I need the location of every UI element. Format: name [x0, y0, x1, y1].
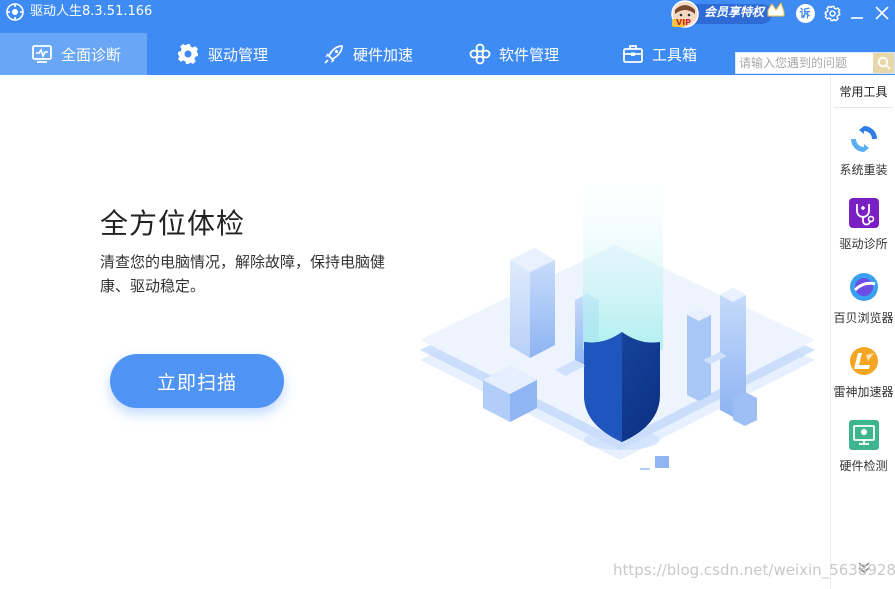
browser-icon — [850, 273, 878, 301]
tab-driver-management[interactable]: 驱动管理 — [176, 33, 268, 75]
tab-label: 驱动管理 — [208, 45, 269, 64]
tab-label: 全面诊断 — [61, 45, 122, 64]
tab-full-diagnosis[interactable]: 全面诊断 — [0, 33, 147, 75]
gear-icon — [824, 5, 840, 21]
main-panel: 全方位体检 清查您的电脑情况，解除故障，保持电脑健康、驱动稳定。 立即扫描 — [0, 75, 830, 589]
hardware-check-icon — [849, 420, 879, 450]
app-title: 驱动人生8.3.51.166 — [30, 4, 153, 19]
search-box — [735, 52, 895, 74]
scan-now-button[interactable]: 立即扫描 — [110, 354, 284, 408]
watermark-text: https://blog.csdn.net/weixin_5638928 — [613, 561, 895, 579]
tab-hardware-acceleration[interactable]: 硬件加速 — [323, 33, 413, 75]
common-tools-sidebar: 常用工具 系统重装 驱动诊所 百贝浏览器 雷神加速器 硬件检测 — [830, 75, 895, 589]
tool-browser[interactable]: 百贝浏览器 — [831, 271, 895, 341]
toolbox-icon — [623, 45, 643, 63]
service-icon: 诉 — [795, 3, 815, 23]
search-button[interactable] — [873, 53, 894, 73]
search-icon — [877, 56, 891, 70]
tool-leishen-accelerator[interactable]: 雷神加速器 — [831, 345, 895, 415]
security-illustration — [420, 180, 815, 470]
app-logo-icon — [6, 3, 24, 21]
divider — [834, 107, 893, 108]
search-input[interactable] — [736, 53, 874, 73]
tool-driver-clinic[interactable]: 驱动诊所 — [831, 197, 895, 267]
tab-label: 工具箱 — [652, 45, 698, 64]
title-bar: 驱动人生8.3.51.166 会员享特权 VIP 诉 — [0, 0, 895, 28]
minimize-button[interactable] — [846, 2, 868, 24]
tool-label: 百贝浏览器 — [833, 311, 894, 325]
tool-label: 硬件检测 — [839, 459, 888, 473]
close-icon — [875, 6, 889, 20]
driver-clinic-icon — [849, 198, 879, 228]
settings-button[interactable] — [821, 2, 843, 24]
flower-apps-icon — [469, 43, 491, 65]
vip-label[interactable]: 会员享特权 — [704, 5, 764, 19]
minimize-icon — [851, 17, 863, 19]
tool-system-reinstall[interactable]: 系统重装 — [831, 123, 895, 193]
vip-badge: VIP — [676, 18, 692, 27]
tool-label: 系统重装 — [839, 163, 888, 177]
tab-label: 硬件加速 — [353, 45, 414, 64]
system-reinstall-icon — [851, 126, 877, 152]
rocket-icon — [324, 45, 343, 64]
service-button[interactable]: 诉 — [794, 2, 816, 24]
page-title: 全方位体检 — [100, 207, 246, 240]
sidebar-title: 常用工具 — [839, 85, 888, 99]
tool-label: 雷神加速器 — [833, 385, 894, 399]
page-description: 清查您的电脑情况，解除故障，保持电脑健康、驱动稳定。 — [100, 253, 386, 295]
tab-toolbox[interactable]: 工具箱 — [622, 33, 697, 75]
tool-hardware-check[interactable]: 硬件检测 — [831, 419, 895, 489]
gear-icon — [178, 44, 198, 64]
leishen-accelerator-icon — [850, 347, 878, 375]
close-button[interactable] — [871, 2, 893, 24]
tool-label: 驱动诊所 — [839, 237, 888, 251]
monitor-check-icon — [32, 45, 52, 63]
tab-label: 软件管理 — [499, 45, 560, 64]
app-header: 驱动人生8.3.51.166 会员享特权 VIP 诉 全面诊断 驱动管理 硬件加… — [0, 0, 895, 75]
tab-software-management[interactable]: 软件管理 — [469, 33, 559, 75]
